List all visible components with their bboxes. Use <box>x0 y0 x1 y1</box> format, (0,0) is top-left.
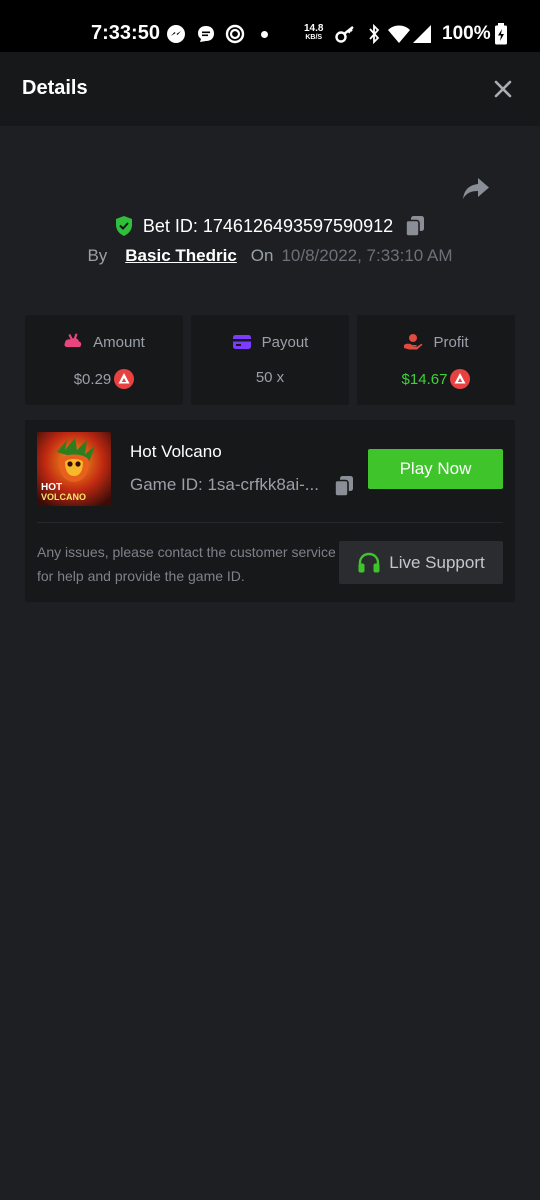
bet-id: Bet ID: 1746126493597590912 <box>142 215 394 236</box>
username-link[interactable]: Basic Thedric <box>125 246 237 266</box>
live-support-button[interactable]: Live Support <box>339 541 503 584</box>
wallet-icon <box>232 335 251 349</box>
details-header: Details <box>0 52 540 126</box>
page-title: Details <box>22 77 88 99</box>
headset-icon <box>358 552 380 572</box>
live-support-label: Live Support <box>389 552 485 572</box>
key-icon <box>335 24 357 44</box>
profit-card: Profit $14.67 <box>357 315 515 405</box>
game-card: HOT VOLCANO Hot Volcano Game ID: 1sa-crf… <box>25 420 515 602</box>
signal-icon <box>412 24 432 44</box>
on-label: On <box>250 246 274 265</box>
net-speed-value: 14.8 <box>304 23 324 34</box>
bet-author-row: By Basic Thedric On 10/8/2022, 7:33:10 A… <box>0 246 540 266</box>
amount-icon <box>64 333 82 347</box>
bet-id-row: Bet ID: 1746126493597590912 <box>0 213 540 239</box>
battery-charging-icon <box>493 23 509 45</box>
battery-percent: 100% <box>442 23 491 44</box>
status-bar: 7:33:50 14.8 KB/S 100% <box>0 0 540 52</box>
app-icon <box>225 24 245 44</box>
copy-icon[interactable] <box>405 215 425 237</box>
volcano-thumbnail-image: HOT VOLCANO <box>37 432 111 506</box>
wifi-icon <box>387 24 411 44</box>
game-id: Game ID: 1sa-crfkk8ai-... <box>130 475 319 494</box>
profit-label: Profit <box>433 333 469 351</box>
copy-game-id-icon[interactable] <box>334 475 354 497</box>
net-speed-unit: KB/S <box>305 34 323 41</box>
profit-icon <box>404 334 423 350</box>
profit-value: $14.67 <box>401 370 448 388</box>
bluetooth-icon <box>364 24 384 44</box>
avax-coin-icon <box>114 369 135 389</box>
by-label: By <box>87 246 108 265</box>
divider <box>37 522 503 523</box>
game-name: Hot Volcano <box>130 442 222 461</box>
bet-datetime: 10/8/2022, 7:33:10 AM <box>281 246 453 265</box>
network-speed: 14.8 KB/S <box>304 24 323 42</box>
thumb-text-volcano: VOLCANO <box>41 492 86 502</box>
dot-icon <box>261 31 268 38</box>
avax-coin-icon <box>450 369 471 389</box>
payout-card: Payout 50 x <box>191 315 349 405</box>
payout-value: 50 x <box>255 369 285 386</box>
close-icon <box>494 80 512 98</box>
chat-icon <box>196 24 216 44</box>
payout-label: Payout <box>261 333 309 351</box>
messenger-icon <box>166 24 186 44</box>
status-time: 7:33:50 <box>91 22 160 44</box>
close-button[interactable] <box>490 76 516 102</box>
support-help-text: Any issues, please contact the customer … <box>37 544 336 584</box>
share-button[interactable] <box>461 175 491 203</box>
amount-card: Amount $0.29 <box>25 315 183 405</box>
play-now-button[interactable]: Play Now <box>368 449 503 489</box>
share-icon <box>463 178 489 199</box>
game-thumbnail[interactable]: HOT VOLCANO <box>37 432 111 506</box>
amount-value: $0.29 <box>73 370 112 388</box>
shield-check-icon <box>115 216 132 236</box>
amount-label: Amount <box>93 333 145 351</box>
